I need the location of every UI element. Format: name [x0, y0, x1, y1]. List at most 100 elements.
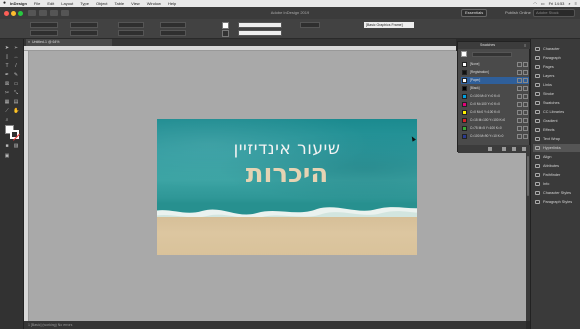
swatches-tab[interactable]: Swatches [480, 42, 495, 49]
dock-item[interactable]: Character Styles [533, 189, 580, 197]
hand-tool-icon[interactable]: ✋ [13, 108, 19, 114]
menu-help[interactable]: Help [168, 0, 176, 7]
zoom-window-icon[interactable] [18, 10, 23, 16]
tint-field[interactable] [472, 52, 512, 57]
swatch-row[interactable]: C=75 M=5 Y=100 K=0 [461, 125, 529, 132]
stroke-weight-field[interactable] [238, 22, 282, 28]
selection-tool-icon[interactable]: ➤ [4, 45, 10, 51]
gap-tool-icon[interactable]: ↔ [13, 54, 19, 60]
page-subtitle[interactable]: שיעור אינדיזיין [157, 139, 417, 159]
type-tool-icon[interactable]: T [4, 63, 10, 69]
fill-stroke-control[interactable] [5, 125, 19, 139]
swatch-row[interactable]: C=0 M=0 Y=100 K=0 [461, 109, 529, 116]
dock-item[interactable]: Align [533, 153, 580, 161]
dock-item[interactable]: Effects [533, 126, 580, 134]
apply-color-icon[interactable]: ■ [4, 143, 10, 149]
rectangle-tool-icon[interactable]: ▭ [13, 81, 19, 87]
new-color-group-icon[interactable] [502, 147, 506, 151]
document-tab[interactable]: × Untitled-1 @ 64% [26, 39, 112, 46]
zoom-tool-icon[interactable]: ⌕ [4, 117, 10, 123]
menu-file[interactable]: File [34, 0, 40, 7]
menu-type[interactable]: Type [80, 0, 89, 7]
direct-selection-tool-icon[interactable]: ➢ [13, 45, 19, 51]
dock-item[interactable]: Attributes [533, 162, 580, 170]
pasteboard[interactable]: שיעור אינדיזיין היכרות [29, 51, 526, 321]
fill-swatch[interactable] [222, 22, 229, 29]
dock-item[interactable]: Paragraph [533, 54, 580, 62]
minimize-window-icon[interactable] [11, 10, 16, 16]
pen-tool-icon[interactable]: ✒ [4, 72, 10, 78]
panel-menu-icon[interactable]: ≡ [524, 42, 526, 49]
y-position-field[interactable] [30, 30, 58, 36]
apply-none-icon[interactable]: ▨ [13, 143, 19, 149]
scrollbar-thumb[interactable] [527, 156, 529, 196]
line-tool-icon[interactable]: / [13, 63, 19, 69]
close-tab-icon[interactable]: × [28, 39, 30, 46]
fill-stroke-toggle-icon[interactable] [461, 51, 467, 57]
dock-item[interactable]: Layers [533, 72, 580, 80]
search-icon[interactable]: ⌕ [568, 0, 570, 7]
stroke-swatch[interactable] [222, 30, 229, 37]
menu-view[interactable]: View [131, 0, 140, 7]
menu-window[interactable]: Window [147, 0, 161, 7]
swatch-row[interactable]: [None] [461, 61, 529, 68]
dock-item[interactable]: Swatches [533, 99, 580, 107]
document-page[interactable]: שיעור אינדיזיין היכרות [157, 119, 417, 255]
height-field[interactable] [70, 30, 98, 36]
rotation-field[interactable] [160, 22, 186, 28]
width-field[interactable] [70, 22, 98, 28]
dock-item[interactable]: CC Libraries [533, 108, 580, 116]
object-style-dropdown[interactable]: [Basic Graphics Frame] [364, 22, 414, 28]
new-swatch-icon[interactable] [512, 147, 516, 151]
gradient-tool-icon[interactable]: ▦ [4, 99, 10, 105]
swatch-row[interactable]: C=15 M=100 Y=100 K=0 [461, 117, 529, 124]
dock-item[interactable]: Stroke [533, 90, 580, 98]
zoom-level-icon[interactable] [39, 10, 47, 16]
dock-item[interactable]: Character [533, 45, 580, 53]
shear-field[interactable] [160, 30, 186, 36]
effects-field[interactable] [300, 22, 320, 28]
dock-item[interactable]: Text Wrap [533, 135, 580, 143]
screen-mode-tool-icon[interactable]: ▣ [4, 153, 10, 159]
menu-clock[interactable]: Fri 14:53 [549, 0, 565, 7]
page-title[interactable]: היכרות [157, 159, 417, 189]
swatch-row[interactable]: C=100 M=90 Y=10 K=0 [461, 133, 529, 140]
swatch-row[interactable]: C=0 M=100 Y=0 K=0 [461, 101, 529, 108]
close-window-icon[interactable] [4, 10, 9, 16]
stroke-type-field[interactable] [238, 30, 282, 36]
swatch-row[interactable]: [Paper] [461, 77, 529, 84]
battery-icon[interactable]: ▭ [541, 0, 545, 7]
stroke-icon[interactable] [10, 130, 19, 139]
workspace-switcher[interactable]: Essentials [461, 9, 488, 17]
page-tool-icon[interactable]: ▯ [4, 54, 10, 60]
dock-item[interactable]: Links [533, 81, 580, 89]
publish-online-button[interactable]: Publish Online [505, 9, 531, 17]
scissors-tool-icon[interactable]: ✂ [4, 90, 10, 96]
dock-item[interactable]: Pathfinder [533, 171, 580, 179]
list-icon[interactable]: ≡ [575, 0, 577, 7]
swatch-row[interactable]: C=100 M=0 Y=0 K=0 [461, 93, 529, 100]
menu-app[interactable]: InDesign [10, 0, 27, 7]
eyedropper-tool-icon[interactable]: ⟋ [4, 108, 10, 114]
rectangle-frame-tool-icon[interactable]: ⊠ [4, 81, 10, 87]
swatch-row[interactable]: [Registration] [461, 69, 529, 76]
stock-search-input[interactable]: Adobe Stock [533, 9, 575, 17]
dock-item[interactable]: Paragraph Styles [533, 198, 580, 206]
view-options-icon[interactable] [50, 10, 58, 16]
scale-x-field[interactable] [118, 22, 144, 28]
dock-item[interactable]: Gradient [533, 117, 580, 125]
dock-item[interactable]: Info [533, 180, 580, 188]
free-transform-tool-icon[interactable]: ⤡ [13, 90, 19, 96]
show-all-swatches-icon[interactable] [488, 147, 492, 151]
scale-y-field[interactable] [118, 30, 144, 36]
menu-layout[interactable]: Layout [61, 0, 73, 7]
x-position-field[interactable] [30, 22, 58, 28]
dock-item[interactable]: Pages [533, 63, 580, 71]
dock-item[interactable]: Hyperlinks [533, 144, 580, 152]
menu-object[interactable]: Object [96, 0, 108, 7]
wifi-icon[interactable]: ◠ [533, 0, 537, 7]
delete-swatch-icon[interactable] [522, 147, 526, 151]
pencil-tool-icon[interactable]: ✎ [13, 72, 19, 78]
menu-edit[interactable]: Edit [47, 0, 54, 7]
apple-icon[interactable]: ● [3, 0, 6, 7]
